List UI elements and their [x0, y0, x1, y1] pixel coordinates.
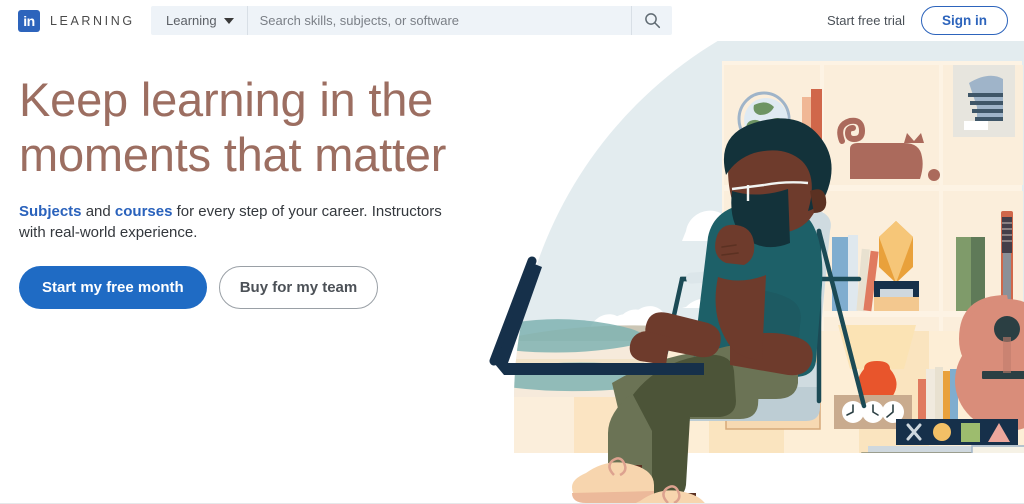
- green-ottoman: [855, 465, 1024, 504]
- global-header: in LEARNING Learning Start free trial Si…: [0, 0, 1024, 41]
- chevron-down-icon: [223, 17, 234, 24]
- courses-link[interactable]: courses: [115, 203, 173, 220]
- hero-illustration-svg: [489, 41, 1024, 504]
- page-title-line-2: moments that matter: [19, 128, 447, 182]
- start-free-month-button[interactable]: Start my free month: [19, 265, 207, 309]
- start-free-trial-link[interactable]: Start free trial: [827, 13, 905, 28]
- logo-wordmark: LEARNING: [50, 13, 135, 28]
- hero-cta-group: Start my free month Buy for my team: [19, 265, 489, 309]
- search-icon: [644, 13, 660, 29]
- book-stack: [861, 445, 1024, 453]
- search-bar: Learning: [151, 6, 672, 35]
- page-root: in LEARNING Learning Start free trial Si…: [0, 0, 1024, 504]
- search-scope-dropdown[interactable]: Learning: [151, 6, 248, 35]
- linkedin-learning-logo[interactable]: in LEARNING: [18, 9, 135, 32]
- hero-section: Keep learning in the moments that matter…: [19, 72, 489, 309]
- hero-subtitle: Subjects and courses for every step of y…: [19, 201, 444, 244]
- linkedin-in-icon: in: [18, 9, 40, 32]
- subtitle-connector: and: [81, 202, 115, 220]
- subjects-link[interactable]: Subjects: [19, 203, 82, 220]
- framed-art: [953, 65, 1015, 137]
- sign-in-button[interactable]: Sign in: [921, 6, 1008, 35]
- shape-sorter-toy: [896, 419, 1018, 445]
- page-title-line-1: Keep learning in the: [19, 73, 434, 126]
- hero-illustration: [464, 41, 1024, 504]
- page-title: Keep learning in the moments that matter: [19, 72, 489, 183]
- buy-for-team-button[interactable]: Buy for my team: [218, 265, 379, 309]
- header-actions: Start free trial Sign in: [827, 0, 1008, 41]
- search-scope-label: Learning: [166, 13, 217, 28]
- search-input[interactable]: [247, 6, 631, 35]
- search-submit-button[interactable]: [631, 6, 672, 35]
